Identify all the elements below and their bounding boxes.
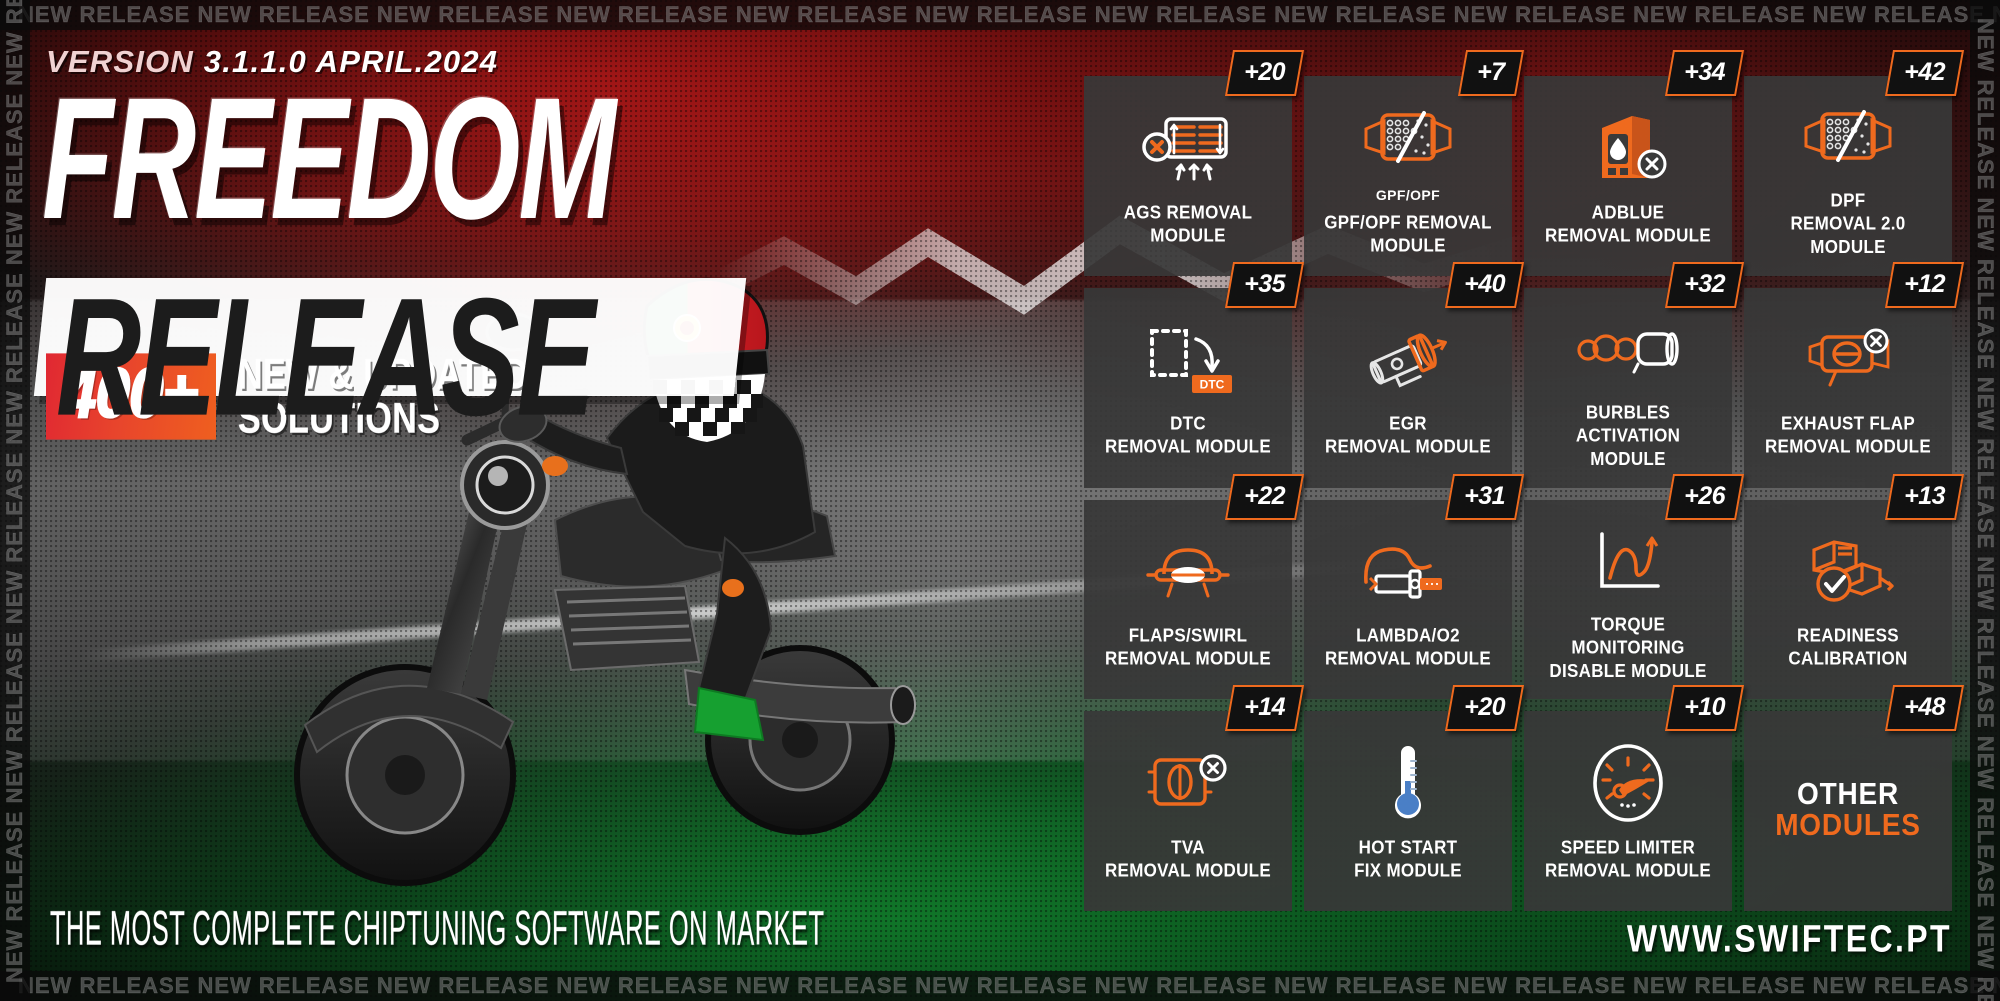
modules-grid: +20 AGS REMOVAL MODULE +7 GPF/OPF GPF/OP… <box>1084 50 1965 911</box>
module-badge: +48 <box>1885 685 1965 732</box>
lambda-o2-sensor-icon <box>1358 528 1458 614</box>
module-badge: +10 <box>1665 685 1745 732</box>
dtc-code-icon: DTC <box>1142 316 1234 402</box>
module-label: HOT START FIX MODULE <box>1354 837 1462 881</box>
module-badge: +35 <box>1225 261 1305 308</box>
module-badge: +40 <box>1445 261 1525 308</box>
promo-banner: NEW RELEASE NEW RELEASE NEW RELEASE NEW … <box>0 0 2000 1001</box>
hero-text-block: VERSION 3.1.1.0 APRIL.2024 FREEDOM RELEA… <box>33 44 836 442</box>
title-line-release: RELEASE <box>56 264 595 452</box>
module-label: ADBLUE REMOVAL MODULE <box>1544 202 1711 246</box>
module-card-dtc-removal[interactable]: +35 DTC DTC REMOVAL MODULE <box>1084 261 1305 488</box>
module-badge: +42 <box>1885 50 1965 96</box>
module-label: TVA REMOVAL MODULE <box>1104 837 1271 881</box>
burbles-exhaust-icon <box>1576 306 1680 392</box>
module-label: TORQUE MONITORING DISABLE MODULE <box>1549 614 1707 681</box>
marquee-bottom: NEW RELEASE NEW RELEASE NEW RELEASE NEW … <box>0 971 2000 1001</box>
module-card-other-modules[interactable]: +48 OTHER MODULES <box>1744 685 1965 911</box>
speedometer-icon <box>1589 740 1667 826</box>
module-badge: +20 <box>1225 50 1305 96</box>
torque-graph-icon <box>1592 518 1664 604</box>
module-card-lambda-o2-removal[interactable]: +31 LAMBDA/O2 REMOVAL MODULE <box>1304 473 1525 700</box>
module-sublabel: GPF/OPF <box>1375 186 1441 203</box>
module-card-gpf-opf-removal[interactable]: +7 GPF/OPF GPF/OPF REMOVAL MODULE <box>1304 50 1525 276</box>
hero-title: FREEDOM RELEASE <box>33 71 836 442</box>
module-card-ags-removal[interactable]: +20 AGS REMOVAL MODULE <box>1084 50 1305 276</box>
module-label: EXHAUST FLAP REMOVAL MODULE <box>1764 413 1931 458</box>
module-label: GPF/OPF REMOVAL MODULE <box>1324 212 1492 256</box>
module-badge: +22 <box>1225 473 1305 520</box>
module-card-torque-monitoring-disable[interactable]: +26 TORQUE MONITORING DISABLE MODULE <box>1524 473 1745 700</box>
thermometer-icon <box>1385 740 1431 826</box>
dpf-filter-icon <box>1798 94 1898 180</box>
module-label: BURBLES ACTIVATION MODULE <box>1575 402 1681 469</box>
module-label: AGS REMOVAL MODULE <box>1123 202 1253 246</box>
readiness-connector-icon <box>1800 528 1896 614</box>
module-badge: +34 <box>1665 50 1745 96</box>
module-card-hot-start-fix[interactable]: +20 HOT START FIX MODULE <box>1304 685 1525 911</box>
module-label: DPF REMOVAL 2.0 MODULE <box>1790 190 1906 257</box>
module-card-tva-removal[interactable]: +14 TVA REMOVAL MODULE <box>1084 685 1305 911</box>
tva-throttle-icon <box>1145 740 1231 826</box>
title-line-freedom: FREEDOM <box>42 61 616 255</box>
gpf-opf-filter-icon <box>1358 95 1458 181</box>
module-label: READINESS CALIBRATION <box>1788 625 1908 669</box>
module-card-speed-limiter-removal[interactable]: +10 SPEED LIMITER REMOVAL MODULE <box>1524 685 1745 911</box>
module-badge: +13 <box>1885 473 1965 520</box>
module-label: DTC REMOVAL MODULE <box>1104 413 1271 458</box>
module-label: EGR REMOVAL MODULE <box>1324 413 1491 458</box>
module-badge: +12 <box>1885 261 1965 308</box>
marquee-top: NEW RELEASE NEW RELEASE NEW RELEASE NEW … <box>0 0 2000 30</box>
module-badge: +31 <box>1445 473 1525 520</box>
module-badge: +14 <box>1225 685 1305 732</box>
egr-valve-icon <box>1360 316 1456 402</box>
module-card-burbles-activation[interactable]: +32 BURBLES ACTIVATION MODULE <box>1524 261 1745 488</box>
module-card-exhaust-flap-removal[interactable]: +12 EXHAUST FLAP REMOVAL MODULE <box>1744 261 1965 488</box>
module-card-egr-removal[interactable]: +40 EGR REMOVAL MODULE <box>1304 261 1525 488</box>
module-card-adblue-removal[interactable]: +34 ADBLUE REMOVAL MODULE <box>1524 50 1745 276</box>
adblue-canister-icon <box>1588 105 1668 191</box>
module-card-flaps-swirl-removal[interactable]: +22 FLAPS/SWIRL REMOVAL MODULE <box>1084 473 1305 700</box>
module-badge: +20 <box>1445 685 1525 732</box>
exhaust-flap-icon <box>1800 316 1896 402</box>
tagline: THE MOST COMPLETE CHIPTUNING SOFTWARE ON… <box>50 901 825 956</box>
module-badge: +26 <box>1665 473 1745 520</box>
svg-text:DTC: DTC <box>1200 378 1225 392</box>
other-modules-line2: MODULES <box>1775 807 1921 842</box>
module-badge: +7 <box>1458 50 1525 96</box>
module-label: LAMBDA/O2 REMOVAL MODULE <box>1324 625 1491 669</box>
ags-grille-icon <box>1142 105 1234 191</box>
website-url[interactable]: WWW.SWIFTEC.PT <box>1627 917 1952 961</box>
module-badge: +32 <box>1665 261 1745 308</box>
module-label: SPEED LIMITER REMOVAL MODULE <box>1544 837 1711 881</box>
module-card-readiness-calibration[interactable]: +13 READINESS CALIBRATION <box>1744 473 1965 700</box>
module-label: FLAPS/SWIRL REMOVAL MODULE <box>1104 625 1271 669</box>
flaps-swirl-icon <box>1142 528 1234 614</box>
marquee-left: NEW RELEASE NEW RELEASE NEW RELEASE NEW … <box>0 0 30 1001</box>
module-card-dpf-removal[interactable]: +42 DPF REMOVAL 2.0 MODULE <box>1744 50 1965 276</box>
marquee-right: NEW RELEASE NEW RELEASE NEW RELEASE NEW … <box>1970 0 2000 1001</box>
